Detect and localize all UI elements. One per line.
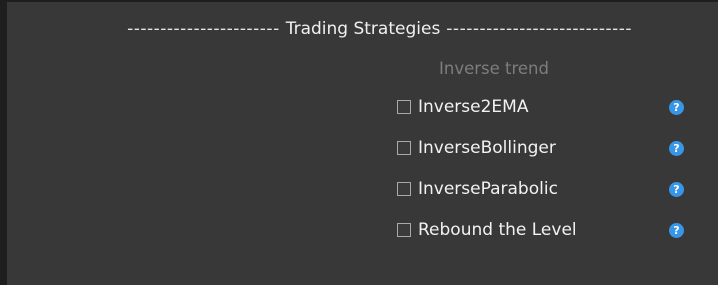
section-title: Trading Strategies — [285, 19, 441, 39]
strategy-label[interactable]: Inverse2EMA — [418, 95, 528, 119]
checkbox[interactable] — [397, 141, 411, 155]
help-icon[interactable]: ? — [669, 182, 684, 197]
trading-strategies-panel: ----------------------- Trading Strategi… — [0, 0, 718, 285]
strategy-option-inverseparabolic[interactable]: InverseParabolic — [397, 177, 558, 201]
group-title-inverse-trend: Inverse trend — [439, 59, 549, 78]
checkbox[interactable] — [397, 100, 411, 114]
strategy-label[interactable]: InverseBollinger — [418, 136, 556, 160]
checkbox[interactable] — [397, 223, 411, 237]
header-divider-right: ---------------------------- — [446, 19, 633, 39]
help-icon[interactable]: ? — [669, 141, 684, 156]
strategy-option-rebound-the-level[interactable]: Rebound the Level — [397, 218, 577, 242]
help-icon[interactable]: ? — [669, 223, 684, 238]
section-header: ----------------------- Trading Strategi… — [25, 17, 701, 41]
header-divider-left: ----------------------- — [127, 19, 280, 39]
strategy-option-inversebollinger[interactable]: InverseBollinger — [397, 136, 556, 160]
help-icon[interactable]: ? — [669, 100, 684, 115]
strategy-option-inverse2ema[interactable]: Inverse2EMA — [397, 95, 528, 119]
checkbox[interactable] — [397, 182, 411, 196]
strategy-label[interactable]: InverseParabolic — [418, 177, 558, 201]
strategy-label[interactable]: Rebound the Level — [418, 218, 577, 242]
